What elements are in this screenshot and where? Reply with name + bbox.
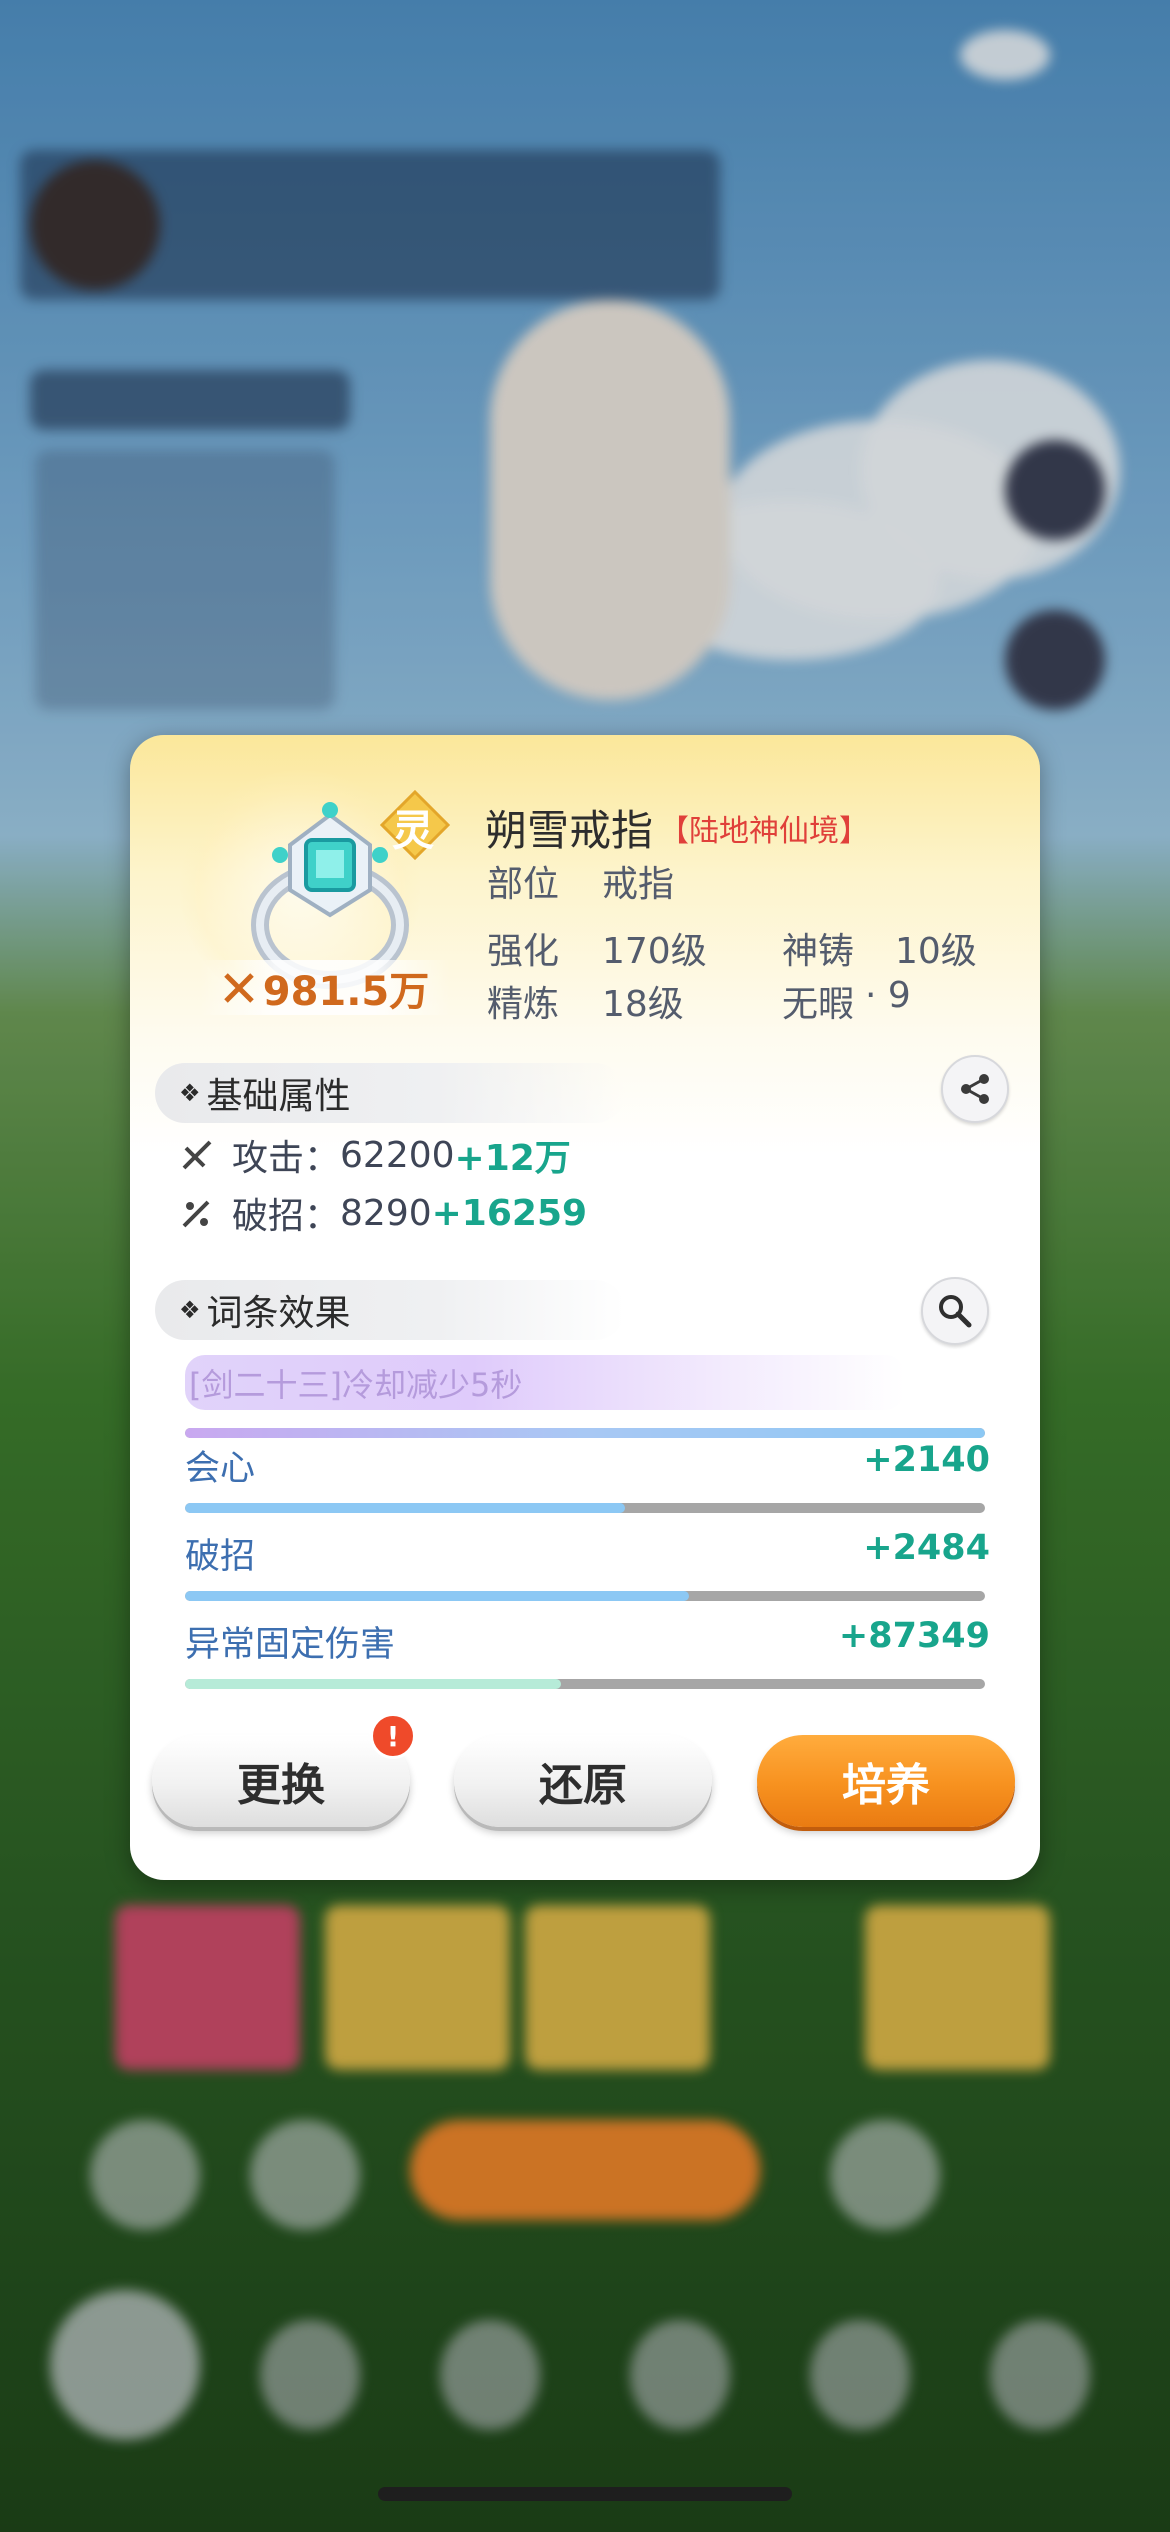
stat-row-pierce: 破招： 8290 +16259 [180, 1188, 587, 1238]
item-realm: 【陆地神仙境】 [659, 813, 870, 849]
special-effect: [剑二十三]冷却减少5秒 [185, 1355, 905, 1410]
attack-icon [182, 1140, 212, 1170]
diamond-icon: ❖ [179, 1296, 201, 1324]
forge-value: 10级 [895, 931, 977, 972]
effect-entry-name: 破招 [185, 1537, 256, 1577]
restore-button[interactable]: 还原 [454, 1735, 712, 1827]
effect-entry-bar [185, 1591, 985, 1601]
effect-entry-value: +2484 [863, 1528, 990, 1568]
enhance-label: 强化 [487, 931, 560, 972]
flawless-value: · 9 [865, 975, 911, 1016]
effect-entry-name: 会心 [185, 1449, 256, 1489]
share-icon [961, 1074, 989, 1104]
item-name: 朔雪戒指 [485, 806, 654, 855]
attack-label: 攻击： [232, 1138, 341, 1179]
effect-entry-bar [185, 1503, 985, 1513]
slot-label: 部位 [487, 864, 560, 905]
attack-bonus: +12万 [454, 1138, 571, 1179]
cultivate-button[interactable]: 培养 [757, 1735, 1015, 1827]
effect-entries-title: 词条效果 [206, 1293, 351, 1334]
special-effect-text: [剑二十三]冷却减少5秒 [189, 1365, 523, 1404]
slot-value: 戒指 [602, 864, 675, 905]
inspect-button[interactable] [921, 1277, 989, 1345]
refine-label: 精炼 [487, 984, 560, 1025]
special-effect-bar-fill [185, 1428, 985, 1438]
equipment-detail-dialog: 灵 981.5万 朔雪戒指 【陆地神仙境】 部位 戒指 强化 170级 神铸 1… [130, 735, 1040, 1880]
effect-entries-header: ❖ 词条效果 [155, 1280, 625, 1340]
crossed-swords-icon [223, 972, 254, 1003]
flawless-label: 无暇 [782, 984, 855, 1025]
grade-badge-text: 灵 [392, 806, 435, 855]
effect-entry-name: 异常固定伤害 [185, 1625, 396, 1665]
special-effect-bar [185, 1428, 985, 1438]
base-attributes-title: 基础属性 [206, 1076, 351, 1117]
diamond-icon: ❖ [179, 1079, 201, 1107]
stat-row-attack: 攻击： 62200 +12万 [180, 1130, 571, 1180]
alert-badge: ! [370, 1713, 416, 1759]
pierce-base: 8290 [340, 1192, 432, 1234]
effect-entry-bar [185, 1679, 985, 1689]
home-indicator[interactable] [378, 2487, 792, 2501]
item-title: 朔雪戒指 【陆地神仙境】 [485, 797, 869, 858]
effect-entry-value: +87349 [838, 1616, 990, 1656]
effect-entry-bar-fill [185, 1591, 689, 1601]
refine-value: 18级 [602, 984, 684, 1025]
pierce-label: 破招： [232, 1196, 341, 1237]
pierce-icon [182, 1200, 210, 1228]
share-button[interactable] [941, 1055, 1009, 1123]
pierce-bonus: +16259 [431, 1192, 588, 1234]
effect-entry-bar-fill [185, 1679, 561, 1689]
effect-entry-bar-fill [185, 1503, 625, 1513]
attack-base: 62200 [340, 1134, 455, 1176]
magnifier-icon [939, 1295, 972, 1328]
forge-label: 神铸 [782, 931, 855, 972]
base-attributes-header: ❖ 基础属性 [155, 1063, 625, 1123]
replace-button[interactable]: 更换 [152, 1735, 410, 1827]
combat-power-value: 981.5万 [262, 968, 430, 1015]
enhance-value: 170级 [602, 931, 707, 972]
effect-entry-value: +2140 [863, 1440, 990, 1480]
combat-power: 981.5万 [200, 960, 450, 1015]
